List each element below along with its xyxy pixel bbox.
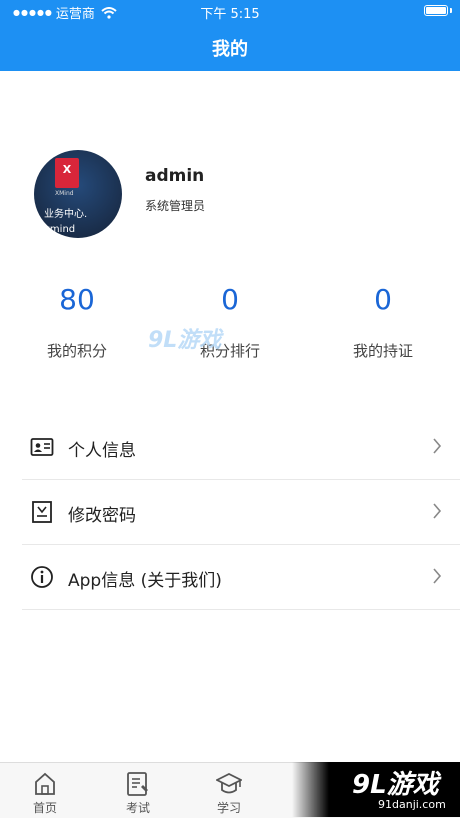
settings-menu: 个人信息 修改密码 App信息 (关于我们) (22, 415, 460, 610)
tab-home[interactable]: 首页 (0, 763, 90, 816)
app-header: ●●●●● 运营商 下午 5:15 我的 (0, 0, 460, 71)
tab-label: 学习 (216, 801, 241, 815)
avatar-caption: 业务中心. xmind (44, 207, 87, 237)
stats-row: 80 我的积分 0 积分排行 0 我的持证 (0, 282, 460, 362)
menu-label: App信息 (关于我们) (68, 571, 222, 591)
stat-label: 我的持证 (352, 342, 413, 360)
watermark: 9L游戏 (148, 328, 222, 353)
stat-value: 0 (221, 283, 239, 316)
avatar[interactable]: XMind 业务中心. xmind (34, 150, 122, 238)
stat-label: 我的积分 (46, 342, 107, 360)
stat-value: 0 (374, 283, 392, 316)
battery-tip (450, 8, 452, 13)
home-icon (35, 772, 55, 795)
avatar-caption-line2: xmind (44, 224, 76, 235)
page-title: 我的 (212, 39, 248, 60)
battery-icon (424, 5, 448, 16)
menu-item-app-info[interactable]: App信息 (关于我们) (22, 545, 460, 610)
tab-exam[interactable]: 考试 (93, 763, 183, 816)
menu-item-personal-info[interactable]: 个人信息 (22, 415, 460, 480)
status-time: 下午 5:15 (200, 7, 260, 22)
brand-url: 91danji.com (378, 798, 446, 811)
xmind-file-icon (55, 158, 79, 188)
tab-study[interactable]: 学习 (184, 763, 274, 816)
info-icon (31, 566, 53, 588)
id-card-icon (30, 438, 54, 456)
avatar-caption-line1: 业务中心. (44, 209, 88, 220)
avatar-doc-label: XMind (55, 190, 74, 197)
chevron-right-icon (433, 438, 442, 454)
tab-label: 考试 (125, 801, 150, 815)
stat-points[interactable]: 80 我的积分 (17, 282, 137, 361)
brand-watermark: 9L游戏 91danji.com (292, 762, 460, 817)
password-icon (32, 501, 52, 523)
user-role: 系统管理员 (145, 199, 206, 213)
menu-item-change-password[interactable]: 修改密码 (22, 480, 460, 545)
status-bar: ●●●●● 运营商 下午 5:15 (0, 0, 460, 22)
stat-value: 80 (59, 283, 95, 316)
chevron-right-icon (433, 568, 442, 584)
username: admin (145, 166, 205, 186)
menu-label: 修改密码 (68, 506, 136, 526)
study-icon (216, 772, 242, 794)
exam-icon (127, 772, 148, 796)
tab-label: 首页 (32, 801, 57, 815)
chevron-right-icon (433, 503, 442, 519)
menu-label: 个人信息 (68, 441, 136, 461)
brand-name: 9L游戏 (352, 770, 439, 800)
profile-card[interactable]: XMind 业务中心. xmind admin 系统管理员 (34, 150, 434, 240)
stat-certificates[interactable]: 0 我的持证 (323, 282, 443, 361)
